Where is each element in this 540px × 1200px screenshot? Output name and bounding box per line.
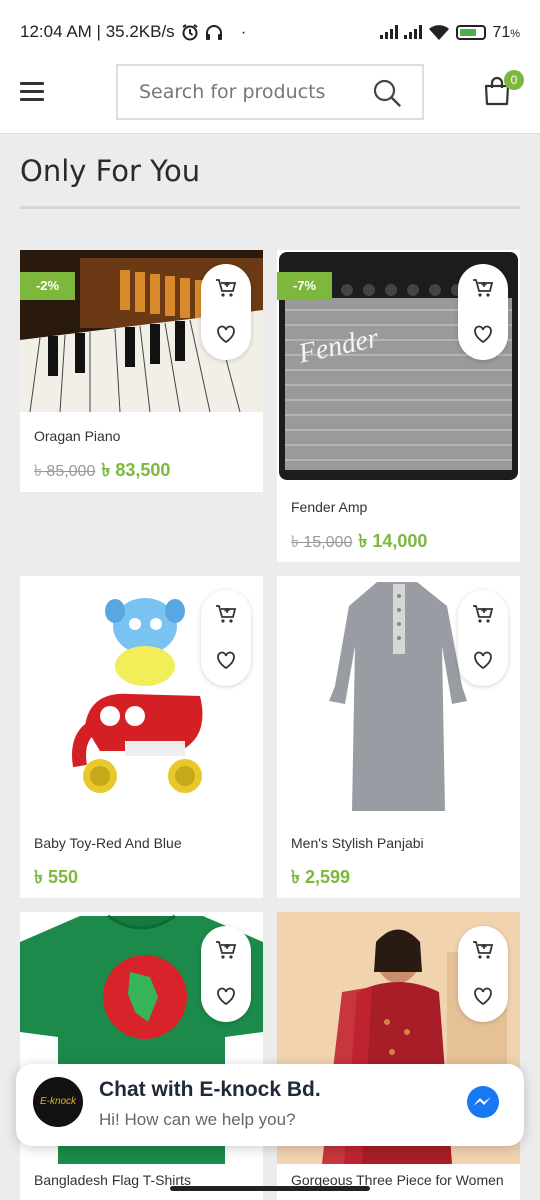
product-card[interactable]: Men's Stylish Panjabi ৳ 2,599 [277,576,520,898]
product-actions [201,590,251,686]
battery-percent: 71 [492,24,511,41]
product-actions [201,264,251,360]
current-price: ৳ 550 [34,867,78,887]
product-actions [458,264,508,360]
add-to-cart-icon[interactable] [214,276,238,300]
product-card[interactable]: Bangladesh Flag T-Shirts [20,912,263,1200]
old-price: ৳ 85,000 [34,463,96,480]
product-actions [458,926,508,1022]
product-name[interactable]: Fender Amp [291,499,367,515]
product-price: ৳ 15,000 ৳ 14,000 [291,527,427,558]
chat-subtitle: Hi! How can we help you? [99,1110,296,1129]
add-to-cart-icon[interactable] [471,602,495,626]
current-price: ৳ 14,000 [358,531,428,551]
product-name[interactable]: Bangladesh Flag T-Shirts [34,1172,191,1188]
product-name[interactable]: Men's Stylish Panjabi [291,835,424,851]
wishlist-heart-icon[interactable] [471,648,495,672]
sale-badge: -7% [277,272,332,300]
section-title: Only For You [20,154,201,188]
hamburger-menu-icon[interactable] [20,82,44,102]
status-bar: 12:04 AM | 35.2KB/s · 71% [0,0,540,62]
product-card[interactable]: Baby Toy-Red And Blue ৳ 550 [20,576,263,898]
add-to-cart-icon[interactable] [214,938,238,962]
battery-unit: % [510,28,520,40]
add-to-cart-icon[interactable] [471,938,495,962]
signal-icon [380,25,399,39]
add-to-cart-icon[interactable] [471,276,495,300]
wishlist-heart-icon[interactable] [471,984,495,1008]
product-card[interactable]: Fender -7% Fender Amp ৳ 15,000 ৳ 14,000 [277,250,520,562]
product-name[interactable]: Oragan Piano [34,428,120,444]
wishlist-heart-icon[interactable] [471,322,495,346]
battery-icon [456,24,487,40]
sale-badge: -2% [20,272,75,300]
current-price: ৳ 2,599 [291,867,351,887]
headphones-icon [205,25,222,40]
wishlist-heart-icon[interactable] [214,648,238,672]
wifi-icon [429,25,450,40]
cart-count-badge: 0 [504,70,524,90]
product-price: ৳ 2,599 [291,863,350,894]
app-header: 0 [0,62,540,134]
product-card[interactable]: -2% Oragan Piano ৳ 85,000 ৳ 83,500 [20,250,263,492]
section-divider [20,206,520,209]
home-indicator[interactable] [170,1186,370,1191]
search-box [116,64,424,120]
search-input[interactable] [118,66,368,118]
alarm-icon [182,24,198,41]
product-price: ৳ 550 [34,863,78,894]
messenger-icon[interactable] [466,1085,500,1119]
chat-widget[interactable]: E-knock Chat with E-knock Bd. Hi! How ca… [16,1064,524,1146]
old-price: ৳ 15,000 [291,534,353,551]
wishlist-heart-icon[interactable] [214,984,238,1008]
add-to-cart-icon[interactable] [214,602,238,626]
chat-title: Chat with E-knock Bd. [99,1078,321,1101]
product-card[interactable]: Gorgeous Three Piece for Women [277,912,520,1200]
product-actions [201,926,251,1022]
search-icon[interactable] [372,78,402,108]
status-time: 12:04 AM | 35.2KB/s [20,22,175,41]
product-price: ৳ 85,000 ৳ 83,500 [34,456,170,487]
product-name[interactable]: Baby Toy-Red And Blue [34,835,182,851]
current-price: ৳ 83,500 [101,460,171,480]
signal-icon-2 [404,25,423,39]
cart-button[interactable]: 0 [484,70,524,108]
wishlist-heart-icon[interactable] [214,322,238,346]
brand-logo: E-knock [33,1077,83,1127]
product-actions [458,590,508,686]
dot-indicator: · [240,22,247,41]
